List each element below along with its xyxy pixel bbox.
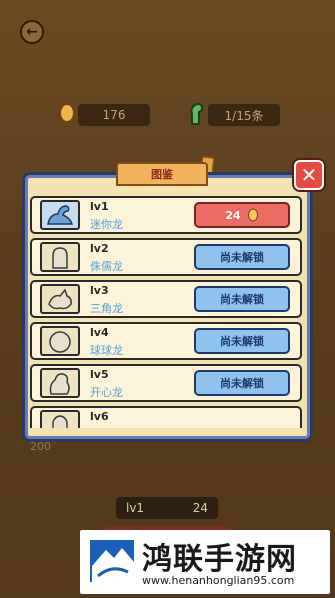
watermark-url: www.henanhonglian95.com [142, 574, 295, 587]
watermark-title: 鸿联手游网 [142, 542, 297, 577]
locked-button[interactable]: 尚未解锁 [194, 370, 290, 396]
level-label: lv3 [90, 284, 109, 297]
dinosaur-silhouette-icon [40, 284, 80, 314]
list-item: lv2 侏儒龙 尚未解锁 [30, 238, 302, 276]
dinosaur-name: 球球龙 [90, 344, 123, 357]
level-label: lv1 [90, 200, 109, 213]
dinosaur-silhouette-icon [40, 368, 80, 398]
dinosaur-silhouette-icon [40, 242, 80, 272]
coin-icon [56, 100, 78, 126]
dinosaur-silhouette-icon [40, 326, 80, 356]
back-arrow-icon[interactable]: ← [20, 20, 44, 44]
list-item: lv5 开心龙 尚未解锁 [30, 364, 302, 402]
bottom-buy-bar[interactable]: lv1 24 [116, 497, 218, 519]
locked-button[interactable]: 尚未解锁 [194, 286, 290, 312]
site-watermark: 鸿联手游网 www.henanhonglian95.com [80, 530, 330, 594]
level-label: lv6 [90, 410, 109, 423]
dinosaur-name: 三角龙 [90, 302, 123, 315]
coin-count: 176 [78, 104, 150, 126]
dinosaur-silhouette-icon [40, 410, 80, 428]
level-label: lv4 [90, 326, 109, 339]
level-label: lv2 [90, 242, 109, 255]
list-item: lv4 球球龙 尚未解锁 [30, 322, 302, 360]
bottom-level-label: lv1 [126, 501, 145, 515]
locked-button[interactable]: 尚未解锁 [194, 244, 290, 270]
locked-button[interactable]: 尚未解锁 [194, 328, 290, 354]
bottom-price-label: 24 [192, 501, 208, 515]
dinosaur-name: 迷你龙 [90, 218, 123, 231]
close-icon[interactable]: ✕ [294, 160, 324, 190]
dinosaur-collection-count: 1/15条 [208, 104, 280, 126]
buy-button[interactable]: 24 [194, 202, 290, 228]
list-item: lv1 迷你龙 24 [30, 196, 302, 234]
dinosaur-name: 开心龙 [90, 386, 123, 399]
price-label: 24 [225, 208, 241, 222]
dinosaur-list[interactable]: lv1 迷你龙 24 lv2 侏儒龙 尚未解锁 lv3 三角龙 尚未解锁 lv4… [30, 196, 302, 428]
coin-icon [247, 208, 258, 222]
dinosaur-thumbnail-icon [40, 200, 80, 230]
list-item: lv6 [30, 406, 302, 428]
dinosaur-icon [186, 100, 208, 126]
panel-title: 图鉴 [116, 162, 208, 186]
watermark-logo-icon [90, 540, 134, 582]
list-item: lv3 三角龙 尚未解锁 [30, 280, 302, 318]
dinosaur-name: 侏儒龙 [90, 260, 123, 273]
level-label: lv5 [90, 368, 109, 381]
